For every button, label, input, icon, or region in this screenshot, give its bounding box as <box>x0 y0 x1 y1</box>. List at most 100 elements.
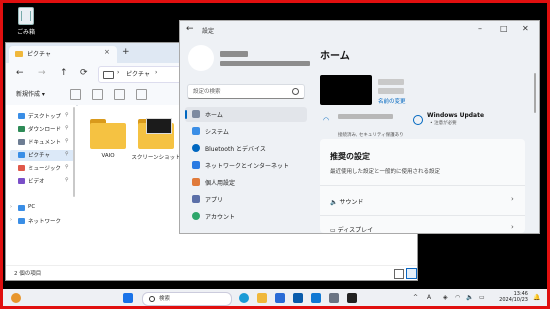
details-view-icon[interactable] <box>394 269 404 279</box>
chevron-right-icon[interactable]: › <box>511 223 514 231</box>
clock[interactable]: 13:46 2024/10/23 <box>492 291 528 303</box>
desktop: ごみ箱 ピクチャ × + ← → ↑ ⟳ › ピクチャ › 新規作成 ▾ デスク… <box>3 3 547 289</box>
forward-button[interactable]: → <box>38 68 46 78</box>
folder-vaio[interactable] <box>90 117 126 149</box>
account-icon <box>192 212 200 220</box>
back-button[interactable]: ← <box>16 68 24 78</box>
rename-icon[interactable] <box>136 89 147 100</box>
store-icon[interactable] <box>275 293 285 303</box>
sidebar-item-label: ビデオ <box>28 179 45 185</box>
expand-chevron-icon[interactable]: › <box>10 217 12 223</box>
nav-item-apps[interactable]: アプリ <box>185 192 307 207</box>
windows-icon[interactable] <box>123 293 133 303</box>
close-button[interactable]: ✕ <box>522 24 529 33</box>
sidebar-item-music[interactable]: ミュージック ⚲ <box>10 163 74 174</box>
row-sound[interactable]: 🔈 サウンド <box>330 197 363 206</box>
date: 2024/10/23 <box>499 297 528 303</box>
volume-icon[interactable]: 🔈 <box>466 294 473 301</box>
pin-icon: ⚲ <box>65 125 69 131</box>
row-display[interactable]: ▭ ディスプレイ <box>330 225 373 233</box>
ime-indicator[interactable]: A <box>427 294 431 301</box>
screenshot-thumbnail <box>146 118 172 134</box>
new-button[interactable]: 新規作成 ▾ <box>16 89 45 98</box>
pictures-icon <box>18 152 25 158</box>
breadcrumb-separator: › <box>117 69 120 76</box>
taskbar-search-input[interactable]: 検索 <box>142 292 232 306</box>
search-icon <box>149 296 155 302</box>
expand-chevron-icon[interactable]: › <box>10 204 12 210</box>
pin-icon: ⚲ <box>65 151 69 157</box>
wifi-icon[interactable]: ◠ <box>455 294 460 301</box>
back-button[interactable]: ← <box>186 24 194 34</box>
page-title: ホーム <box>320 51 350 62</box>
mail-icon[interactable] <box>311 293 321 303</box>
breadcrumb-pictures[interactable]: ピクチャ <box>126 69 150 78</box>
network-icon <box>18 218 25 224</box>
sidebar-item-label: ダウンロード <box>28 127 62 133</box>
refresh-button[interactable]: ⟳ <box>80 68 88 78</box>
cut-icon[interactable] <box>70 89 81 100</box>
sidebar-item-network[interactable]: › ネットワーク <box>10 216 74 227</box>
explorer-tab[interactable]: ピクチャ × <box>9 46 117 63</box>
outlook-icon[interactable] <box>293 293 303 303</box>
redacted-device-name <box>378 79 404 85</box>
avatar[interactable] <box>188 45 214 71</box>
window-title: 設定 <box>202 28 215 35</box>
folder-icon <box>90 123 126 149</box>
terminal-icon[interactable] <box>347 293 357 303</box>
tab-close-button[interactable]: × <box>104 48 110 56</box>
maximize-button[interactable]: □ <box>500 24 508 33</box>
device-image <box>320 75 372 105</box>
notification-icon[interactable]: 🔔 <box>533 294 540 301</box>
nav-item-personalization[interactable]: 個人用設定 <box>185 175 307 190</box>
sidebar-item-label: デスクトップ <box>28 114 62 120</box>
settings-scrollbar[interactable] <box>534 73 536 113</box>
folder-icon <box>15 51 23 57</box>
windows-update-icon <box>413 115 423 125</box>
windows-update-title[interactable]: Windows Update <box>427 112 484 119</box>
weather-icon[interactable] <box>11 293 21 303</box>
sidebar-item-downloads[interactable]: ダウンロード ⚲ <box>10 124 74 135</box>
sidebar-scrollbar[interactable] <box>73 107 75 197</box>
sidebar-item-pc[interactable]: › PC <box>10 203 74 214</box>
settings-title-bar: ← 設定 – □ ✕ <box>180 21 539 40</box>
nav-item-network[interactable]: ネットワークとインターネット <box>185 158 307 173</box>
new-tab-button[interactable]: + <box>122 47 130 57</box>
search-label: 検索 <box>159 296 171 302</box>
chevron-right-icon[interactable]: › <box>511 195 514 203</box>
explorer-icon[interactable] <box>257 293 267 303</box>
rename-link[interactable]: 名前の変更 <box>378 97 406 105</box>
music-icon <box>18 165 25 171</box>
sidebar-item-videos[interactable]: ビデオ ⚲ <box>10 176 74 187</box>
windows-update-status: • 注意が必要 <box>430 121 457 126</box>
sidebar-item-desktop[interactable]: デスクトップ ⚲ <box>10 111 74 122</box>
card-title: 推奨の設定 <box>330 152 370 161</box>
up-button[interactable]: ↑ <box>60 68 68 78</box>
nav-item-bluetooth[interactable]: Bluetooth とデバイス <box>185 141 307 156</box>
battery-icon[interactable]: ▭ <box>479 294 485 301</box>
nav-item-system[interactable]: システム <box>185 124 307 139</box>
sidebar-item-documents[interactable]: ドキュメント ⚲ <box>10 137 74 148</box>
nav-item-label: システム <box>205 129 229 136</box>
sidebar-item-pictures[interactable]: ピクチャ ⚲ <box>10 150 74 161</box>
minimize-button[interactable]: – <box>478 24 482 33</box>
redacted-network-name <box>338 114 393 119</box>
pin-icon: ⚲ <box>65 138 69 144</box>
recycle-bin-icon <box>18 7 34 25</box>
wifi-status[interactable]: 接続済み, セキュリティ保護あり <box>338 121 404 140</box>
nav-item-accounts[interactable]: アカウント <box>185 209 307 224</box>
nav-item-home[interactable]: ホーム <box>185 107 307 122</box>
paste-icon[interactable] <box>114 89 125 100</box>
settings-search-input[interactable]: 設定の検索 <box>187 84 305 99</box>
vpn-icon[interactable]: ◈ <box>443 294 448 301</box>
breadcrumb-separator: › <box>155 69 158 76</box>
tab-title: ピクチャ <box>27 51 51 58</box>
folder-screenshots[interactable] <box>138 117 174 149</box>
tiles-view-icon[interactable] <box>406 268 417 279</box>
video-icon <box>18 178 25 184</box>
recycle-bin[interactable]: ごみ箱 <box>11 7 41 36</box>
settings-icon[interactable] <box>329 293 339 303</box>
copy-icon[interactable] <box>92 89 103 100</box>
edge-icon[interactable] <box>239 293 249 303</box>
tray-overflow-icon[interactable]: ^ <box>413 294 418 301</box>
